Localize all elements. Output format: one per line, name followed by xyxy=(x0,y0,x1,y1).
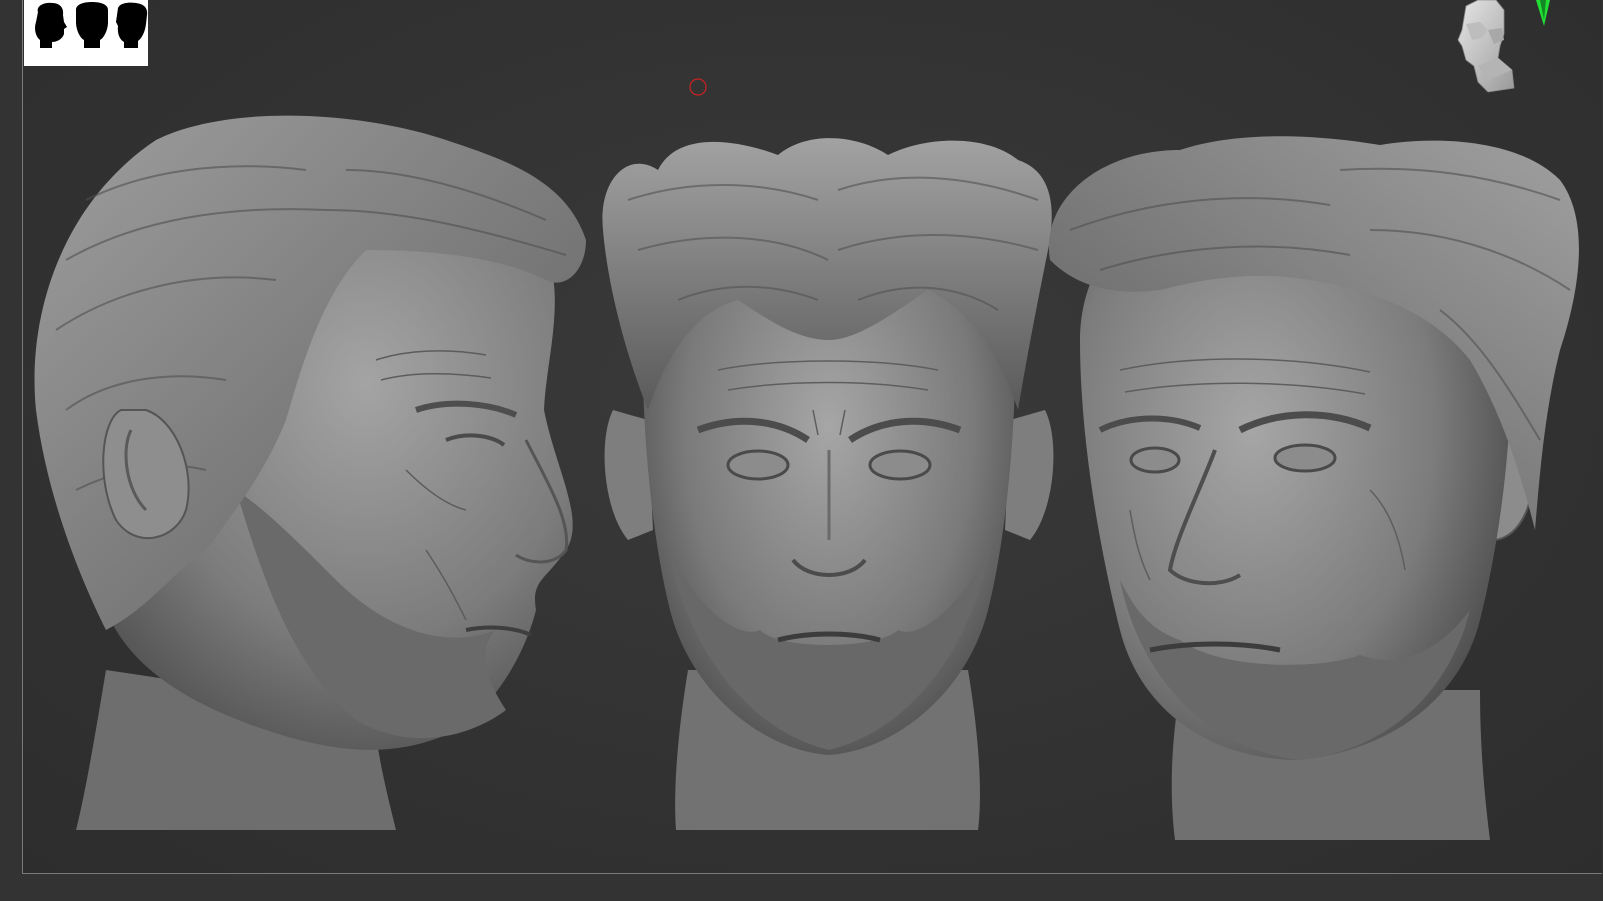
head-orientation-icon[interactable] xyxy=(1452,0,1522,96)
sculpt-view-three-quarter[interactable] xyxy=(1040,110,1595,855)
zbrush-canvas-window xyxy=(0,0,1603,901)
silhouette-thumbnail-icon[interactable] xyxy=(24,0,148,66)
brush-cursor-icon xyxy=(688,77,708,97)
sculpt-view-side-profile[interactable] xyxy=(26,110,596,855)
sculpt-view-front[interactable] xyxy=(598,110,1060,855)
axis-gizmo-icon[interactable] xyxy=(1532,0,1554,30)
